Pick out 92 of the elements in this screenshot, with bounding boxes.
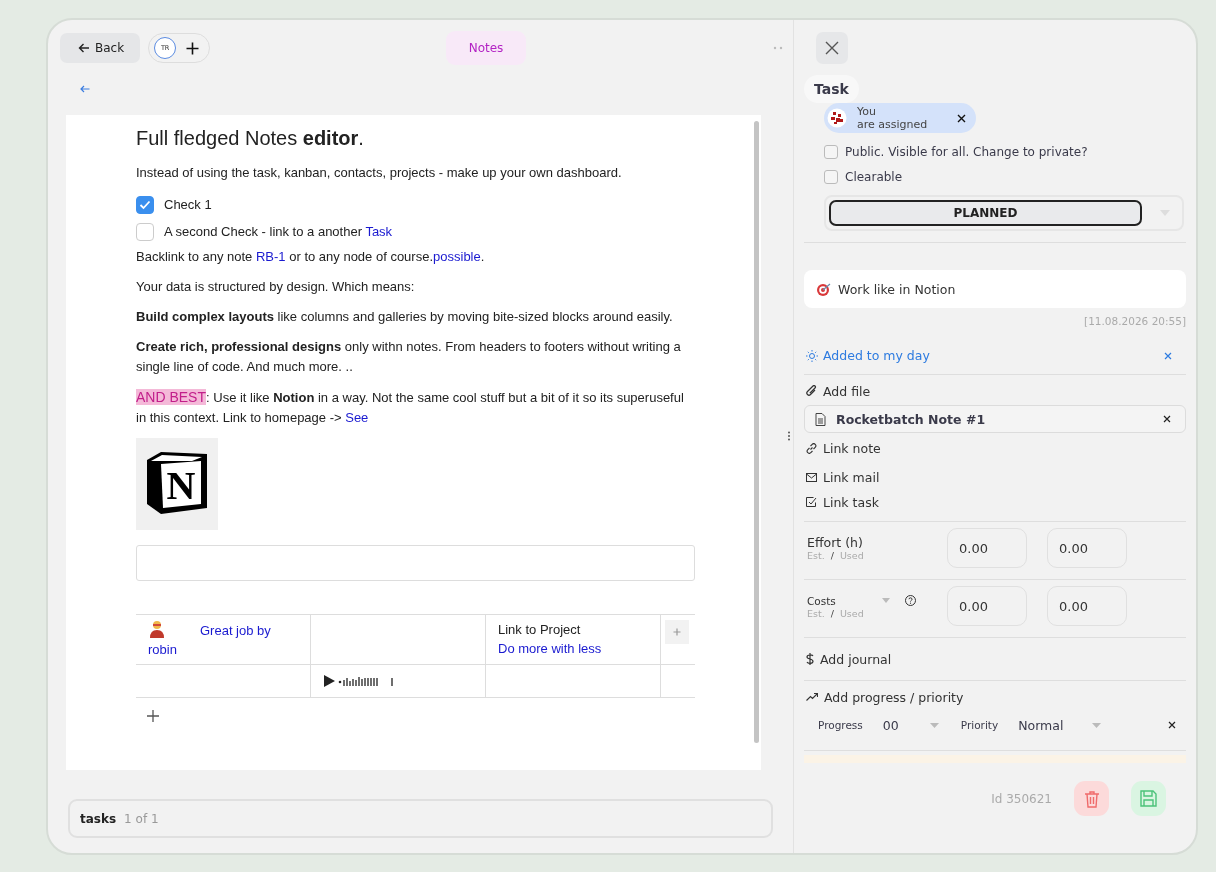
back-arrow-icon[interactable] <box>80 85 90 93</box>
link[interactable]: Do more with less <box>498 641 602 656</box>
status-value: PLANNED <box>829 200 1142 226</box>
back-button[interactable]: Back <box>60 33 141 63</box>
drag-handle-icon[interactable] <box>773 46 783 50</box>
caret-icon <box>882 598 890 603</box>
used-label: Used <box>839 550 864 561</box>
link[interactable]: RB-1 <box>255 249 286 264</box>
target-icon <box>816 282 832 296</box>
task-name-field[interactable]: Work like in Notion <box>804 270 1186 308</box>
number-field[interactable]: 0.00 <box>1047 528 1127 568</box>
paperclip-icon <box>806 385 817 397</box>
estimate-label: Est. <box>807 550 825 561</box>
scrollbar[interactable] <box>754 121 759 743</box>
my-day-link[interactable]: Added to my day <box>823 348 930 363</box>
trend-icon <box>806 693 818 701</box>
measure-label: Effort (h) <box>807 535 863 550</box>
link-action[interactable]: Link note <box>823 440 881 456</box>
plus-icon[interactable] <box>186 41 200 55</box>
assignee-chip[interactable]: You are assigned <box>824 103 976 133</box>
sun-icon <box>806 349 818 362</box>
attachment-item[interactable]: Rocketbatch Note #1 <box>804 405 1186 433</box>
notes-tab[interactable]: Notes <box>446 31 526 65</box>
checkbox-label: Clearable <box>845 169 903 184</box>
caret-icon <box>930 722 940 728</box>
checkbox-label: Public. Visible for all. Change to private? <box>845 144 1088 159</box>
paragraph: Build complex layouts like columns and galleries by moving bite-sized blocks around easily. <box>136 308 674 326</box>
close-icon[interactable] <box>1168 721 1176 729</box>
delete-button[interactable] <box>1074 781 1109 816</box>
task-id: Id 350621 <box>991 791 1052 806</box>
checkbox[interactable] <box>824 144 838 159</box>
dollar-icon <box>806 653 814 665</box>
priority-label: Priority <box>960 719 999 731</box>
trash-icon <box>1083 789 1100 808</box>
add-file-link[interactable]: Add file <box>823 383 871 399</box>
person-icon <box>148 620 166 638</box>
avatar-icon <box>827 108 847 128</box>
number-field[interactable]: 0.00 <box>947 528 1027 568</box>
status-select[interactable]: PLANNED <box>824 195 1184 231</box>
note-heading: Full fledged Notes editor. <box>136 126 365 151</box>
link-action[interactable]: Link task <box>823 494 879 510</box>
progress-label: Progress <box>818 719 863 731</box>
checklist-item-text: Check 1 <box>164 196 212 214</box>
cell-link[interactable]: Great job by robin <box>148 620 298 659</box>
table-cell-text: Link to Project Do more with less <box>498 621 603 658</box>
progress-priority-link[interactable]: Add progress / priority <box>824 689 964 705</box>
caret-icon <box>1091 722 1101 728</box>
progress-select[interactable]: 00 <box>876 715 919 735</box>
link-action[interactable]: Link mail <box>823 469 880 485</box>
add-row-icon[interactable] <box>147 710 159 722</box>
close-icon[interactable] <box>957 113 966 123</box>
paragraph: AND BEST: Use it like Notion in a way. Not the same cool stuff but a bit of it so its superuseful in this context. Link to homepage -> See <box>136 388 685 427</box>
plus-icon <box>673 628 681 636</box>
help-icon[interactable] <box>905 595 916 606</box>
close-icon[interactable] <box>1163 415 1171 423</box>
timestamp: [11.08.2026 20:55] <box>1084 315 1186 327</box>
mail-icon <box>806 472 817 482</box>
footer-label: tasks <box>80 811 117 826</box>
paragraph: Create rich, professional designs only withn notes. From headers to footers without writing a single line of code. And much more. .. <box>136 338 682 376</box>
link[interactable]: possible <box>433 249 481 264</box>
page-count: 1 of 1 <box>124 811 159 826</box>
save-button[interactable] <box>1131 781 1166 816</box>
number-field[interactable]: 0.00 <box>1047 586 1127 626</box>
link-icon <box>806 442 817 454</box>
paragraph: Instead of using the task, kanban, contacts, projects - make up your own dashboard. <box>136 164 623 182</box>
used-label: Used <box>839 607 864 619</box>
add-journal-link[interactable]: Add journal <box>820 651 892 667</box>
separator: / <box>830 550 834 561</box>
input-field[interactable] <box>136 545 695 581</box>
checklist-item-text: A second Check - link to a another Task <box>164 223 393 241</box>
checkbox[interactable] <box>136 196 154 214</box>
link[interactable]: See <box>345 410 369 425</box>
checkbox[interactable] <box>824 169 838 184</box>
priority-select[interactable]: Normal <box>1012 715 1081 735</box>
checkbox[interactable] <box>136 223 154 241</box>
arrow-left-icon <box>78 42 90 54</box>
resize-handle-icon[interactable] <box>787 431 791 441</box>
audio-player-drawing[interactable] <box>323 674 395 688</box>
measure-label: Costs <box>807 594 837 607</box>
checkbox-icon <box>806 496 817 508</box>
close-button[interactable] <box>816 32 848 64</box>
separator: / <box>830 607 834 619</box>
document-icon <box>815 412 826 426</box>
paragraph: Your data is structured by design. Which means: <box>136 278 416 296</box>
panel-title: Task <box>804 75 859 103</box>
number-field[interactable]: 0.00 <box>947 586 1027 626</box>
link[interactable]: Task <box>365 224 393 239</box>
check-icon <box>139 200 151 210</box>
estimate-label: Est. <box>807 607 825 619</box>
paragraph: Backlink to any note RB-1 or to any node of course.possible. <box>136 248 486 266</box>
assignee-name: You are assigned <box>857 105 929 131</box>
close-icon <box>825 41 839 55</box>
